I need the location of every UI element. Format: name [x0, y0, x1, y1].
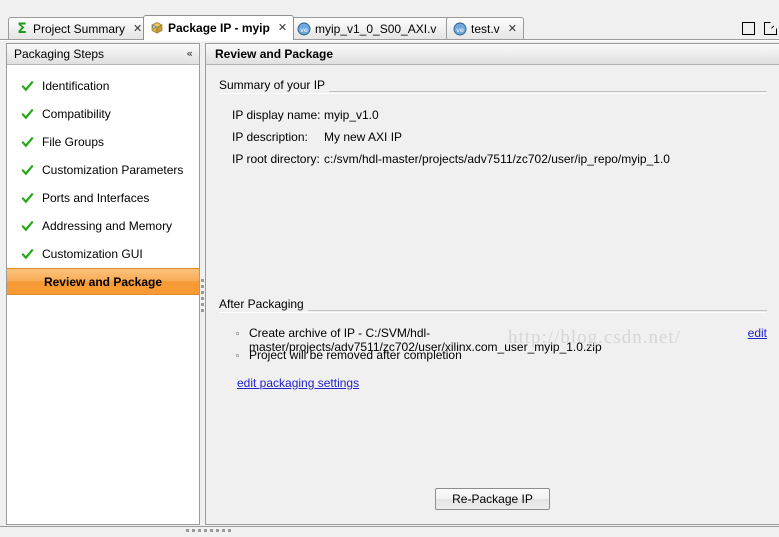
edit-packaging-settings-row: edit packaging settings: [235, 376, 767, 390]
verilog-icon: ve: [297, 22, 311, 36]
check-icon: [20, 163, 35, 178]
edit-packaging-settings-link[interactable]: edit packaging settings: [237, 376, 359, 390]
bottom-divider: [0, 526, 779, 528]
packaging-steps-header: Packaging Steps «: [7, 44, 199, 65]
editor-tab-strip: Σ Project Summary ✕ Package IP - myip ✕: [0, 14, 779, 40]
tab-myip-v1-0-s00-axi-v[interactable]: ve myip_v1_0_S00_AXI.v ✕: [290, 17, 461, 40]
sidebar-item-label: Ports and Interfaces: [42, 191, 150, 205]
row-value: c:/svm/hdl-master/projects/adv7511/zc702…: [324, 152, 670, 166]
summary-row-ip-description: IP description: My new AXI IP: [232, 130, 767, 152]
summary-heading: Summary of your IP: [219, 78, 767, 94]
tab-label: Project Summary: [33, 22, 126, 36]
after-packaging-heading-text: After Packaging: [219, 297, 308, 311]
after-packaging-list: ◦ Create archive of IP - C:/SVM/hdl-mast…: [219, 326, 767, 390]
after-packaging-section: After Packaging ◦ Create archive of IP -…: [219, 297, 767, 390]
maximize-icon[interactable]: [742, 21, 755, 35]
edit-archive-link[interactable]: edit: [748, 326, 767, 340]
tab-close-icon[interactable]: ✕: [133, 23, 142, 35]
tab-close-icon[interactable]: ✕: [278, 22, 287, 34]
packaging-steps-panel: Packaging Steps « Identification Compati…: [6, 43, 200, 525]
row-value: myip_v1.0: [324, 108, 379, 122]
vivado-package-ip-window: Σ Project Summary ✕ Package IP - myip ✕: [0, 0, 779, 537]
verilog-icon: ve: [453, 22, 467, 36]
sigma-icon: Σ: [17, 21, 27, 37]
summary-row-ip-root-directory: IP root directory: c:/svm/hdl-master/pro…: [232, 152, 767, 174]
check-icon: [20, 191, 35, 206]
sidebar-item-label: Review and Package: [43, 274, 163, 289]
sidebar-item-label: Customization GUI: [42, 247, 143, 261]
tab-label: myip_v1_0_S00_AXI.v: [315, 22, 437, 36]
packaging-steps-list: Identification Compatibility File Groups: [7, 65, 199, 295]
sidebar-item-label: Addressing and Memory: [42, 219, 173, 233]
review-and-package-header: Review and Package: [206, 44, 779, 65]
horizontal-splitter-handle[interactable]: [186, 529, 231, 532]
tab-test-v[interactable]: ve test.v ✕: [446, 17, 524, 40]
summary-section: Summary of your IP IP display name: myip…: [219, 78, 767, 174]
bullet-icon: ◦: [235, 352, 241, 362]
repackage-button-row: Re-Package IP: [206, 488, 779, 510]
summary-heading-text: Summary of your IP: [219, 78, 330, 92]
list-item-text: Project will be removed after completion: [249, 348, 462, 362]
after-packaging-heading: After Packaging: [219, 297, 767, 313]
row-label: IP root directory:: [232, 152, 320, 166]
svg-text:ve: ve: [456, 26, 464, 34]
check-icon: [20, 107, 35, 122]
sidebar-item-ports-and-interfaces[interactable]: Ports and Interfaces: [7, 184, 199, 212]
window-chrome-buttons: [742, 18, 779, 38]
review-and-package-panel: Review and Package Summary of your IP IP…: [205, 43, 779, 525]
tab-close-icon[interactable]: ✕: [508, 23, 517, 35]
re-package-ip-button[interactable]: Re-Package IP: [435, 488, 550, 510]
tab-label: Package IP - myip: [168, 21, 270, 35]
tab-label: test.v: [471, 22, 500, 36]
page-title: Review and Package: [215, 47, 334, 61]
sidebar-item-label: Customization Parameters: [42, 163, 184, 177]
sidebar-item-file-groups[interactable]: File Groups: [7, 128, 199, 156]
sidebar-item-addressing-and-memory[interactable]: Addressing and Memory: [7, 212, 199, 240]
sidebar-item-review-and-package[interactable]: Review and Package: [7, 268, 199, 295]
sidebar-item-customization-gui[interactable]: Customization GUI: [7, 240, 199, 268]
check-icon: [20, 247, 35, 262]
vertical-splitter-handle[interactable]: [201, 279, 204, 312]
list-item-create-archive: ◦ Create archive of IP - C:/SVM/hdl-mast…: [235, 326, 767, 354]
package-icon: [150, 21, 164, 35]
check-icon: [20, 79, 35, 94]
summary-row-ip-display-name: IP display name: myip_v1.0: [232, 108, 767, 130]
sidebar-item-identification[interactable]: Identification: [7, 72, 199, 100]
sidebar-item-label: Identification: [42, 79, 110, 93]
summary-rows: IP display name: myip_v1.0 IP descriptio…: [219, 108, 767, 174]
tab-package-ip[interactable]: Package IP - myip ✕: [143, 15, 295, 40]
tab-project-summary[interactable]: Σ Project Summary ✕: [8, 17, 150, 40]
row-label: IP display name:: [232, 108, 321, 122]
sidebar-item-label: Compatibility: [42, 107, 111, 121]
sidebar-item-label: File Groups: [42, 135, 105, 149]
row-label: IP description:: [232, 130, 308, 144]
tabstrip-divider: [0, 39, 779, 41]
sidebar-item-compatibility[interactable]: Compatibility: [7, 100, 199, 128]
check-icon: [20, 219, 35, 234]
bullet-icon: ◦: [235, 330, 241, 340]
row-value: My new AXI IP: [324, 130, 403, 144]
review-and-package-body: Summary of your IP IP display name: myip…: [206, 65, 779, 524]
packaging-steps-title: Packaging Steps: [14, 47, 105, 61]
collapse-panel-icon[interactable]: «: [183, 48, 195, 60]
check-icon: [20, 135, 35, 150]
svg-text:ve: ve: [300, 26, 308, 34]
sidebar-item-customization-parameters[interactable]: Customization Parameters: [7, 156, 199, 184]
float-window-icon[interactable]: [764, 21, 777, 35]
